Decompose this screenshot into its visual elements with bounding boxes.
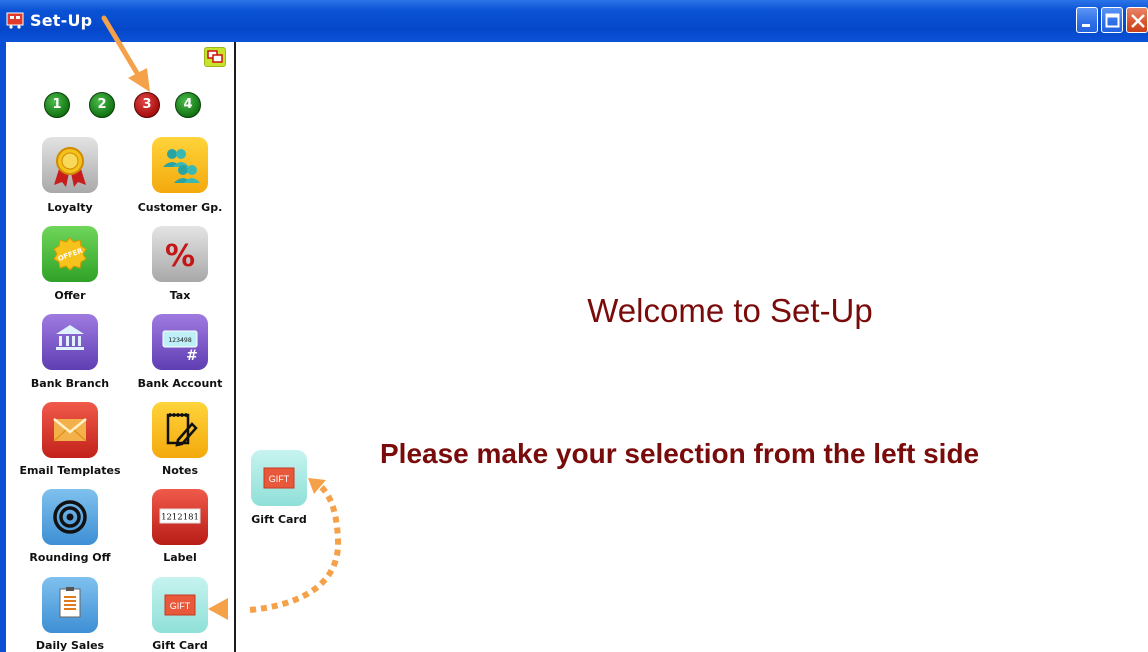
drag-path-arrow-icon <box>208 478 342 620</box>
step-pointer-arrow-icon <box>101 15 150 92</box>
welcome-heading: Welcome to Set-Up <box>587 292 873 329</box>
instruction-text: Please make your selection from the left… <box>380 438 980 469</box>
